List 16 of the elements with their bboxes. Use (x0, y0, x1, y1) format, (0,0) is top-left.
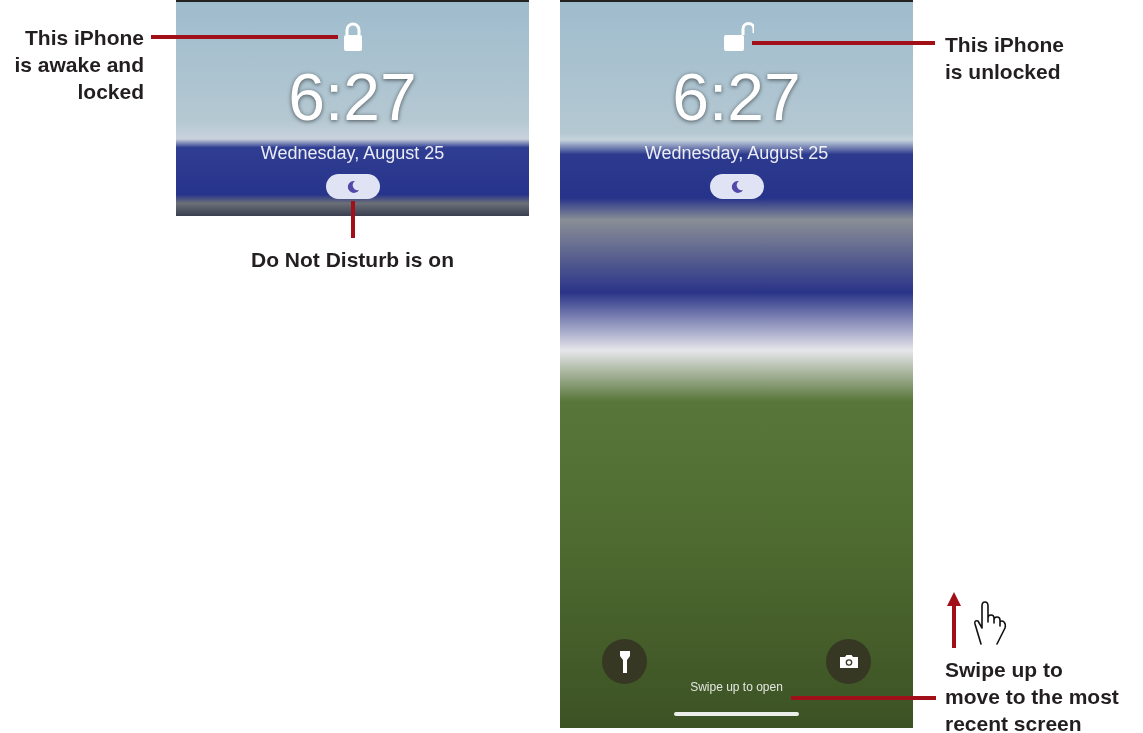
date-label: Wednesday, August 25 (260, 144, 445, 162)
clock-time: 6:27 (672, 64, 801, 130)
camera-button[interactable] (826, 639, 871, 684)
camera-icon (838, 654, 859, 669)
callout-text: This iPhone is unlocked (945, 32, 1065, 85)
up-arrow-icon (947, 592, 961, 648)
flashlight-button[interactable] (602, 639, 647, 684)
date-label: Wednesday, August 25 (644, 144, 829, 162)
callout-text: Swipe up to move to the most recent screen (945, 657, 1120, 733)
callout-text: Do Not Disturb is on (250, 247, 455, 273)
clock-time: 6:27 (288, 64, 417, 130)
moon-icon (729, 179, 744, 194)
moon-icon (345, 179, 360, 194)
swipe-hint: Swipe up to open (690, 679, 783, 696)
flashlight-icon (618, 649, 631, 674)
callout-text: This iPhone is awake and locked (14, 25, 144, 105)
